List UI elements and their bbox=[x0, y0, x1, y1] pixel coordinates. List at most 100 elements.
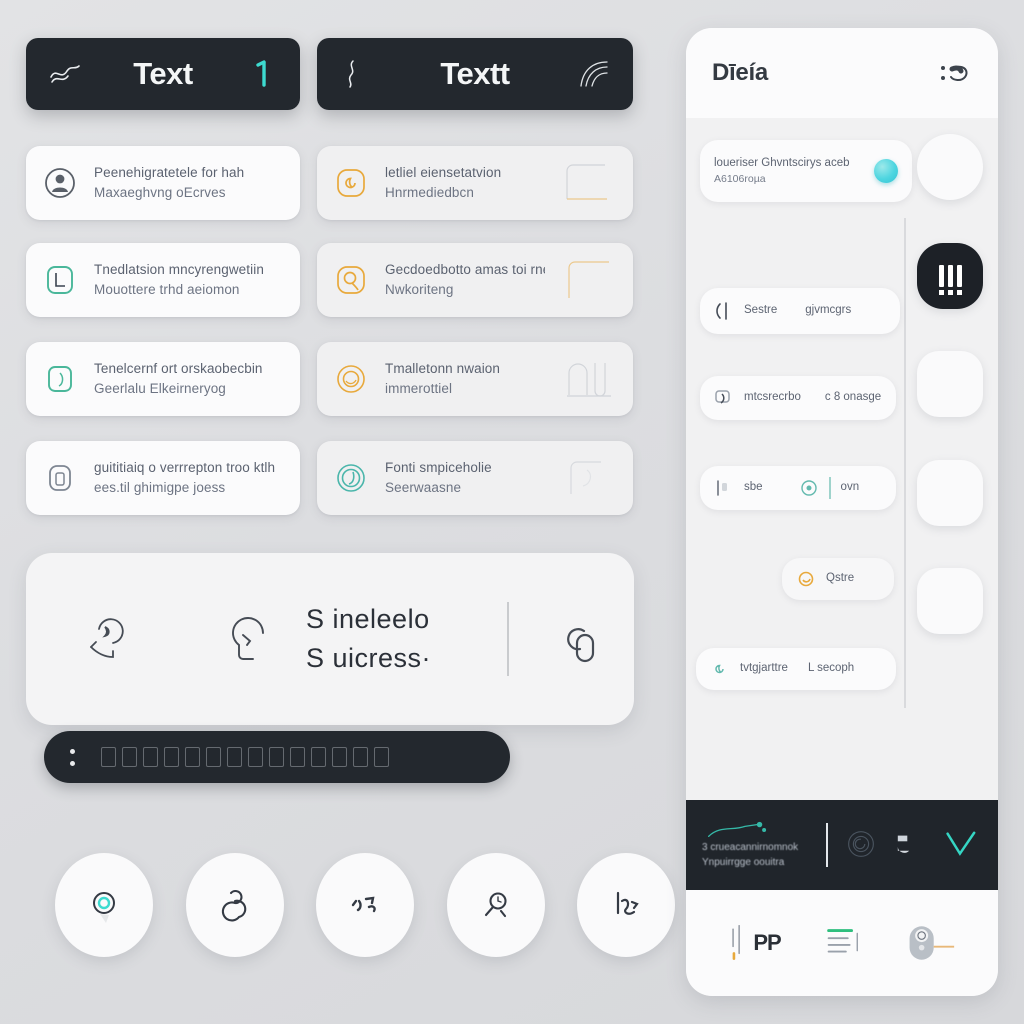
battery-card-icon bbox=[42, 460, 78, 496]
list-item-text: letliel eiensetatvion Hnrmediedbcn bbox=[385, 163, 545, 202]
device-pill-icon bbox=[909, 926, 955, 960]
phone-banner-line2: Ynpuirrgge oouitra bbox=[702, 857, 785, 868]
side-button-1[interactable] bbox=[917, 134, 983, 200]
hero-text-slot: S ineleelo S uicress· bbox=[306, 600, 486, 678]
notice-line2: A6106roµa bbox=[714, 172, 766, 185]
scribble-marks-icon bbox=[351, 896, 376, 913]
toggle-label: sbe bbox=[744, 481, 763, 494]
slider-bar-icon[interactable] bbox=[714, 478, 734, 498]
head-profile-icon bbox=[219, 607, 283, 671]
hero-mid-slot bbox=[196, 607, 306, 671]
teal-dot-toggle[interactable] bbox=[874, 159, 898, 183]
two-dots-icon bbox=[70, 748, 75, 766]
notice-row[interactable]: loueriser Ghvntscirys aceb A6106roµa bbox=[700, 140, 912, 202]
bars-exclaim-icon bbox=[938, 264, 962, 295]
phone-body: loueriser Ghvntscirys aceb A6106roµa Ses… bbox=[686, 118, 998, 800]
nav-lines[interactable] bbox=[805, 913, 879, 973]
list-item-line2: Maxaeghvng oEcrves bbox=[94, 185, 226, 200]
list-item[interactable]: Tnedlatsion mncyrengwetiin Mouottere trh… bbox=[26, 243, 300, 317]
list-item[interactable]: Tmalletonn nwaion immerottiel bbox=[317, 342, 633, 416]
target-ring-icon bbox=[93, 892, 115, 923]
side-button-4[interactable] bbox=[917, 459, 983, 526]
list-item[interactable]: Fonti smpiceholie Seerwaasne bbox=[317, 441, 633, 515]
nav-device[interactable] bbox=[893, 913, 967, 973]
dot-circle-teal-icon bbox=[799, 478, 819, 498]
list-item-line2: Mouottere trhd aeiomon bbox=[94, 282, 240, 297]
list-item-line1: Tmalletonn nwaion bbox=[385, 361, 501, 377]
toggle-row[interactable]: sbe ovn bbox=[700, 466, 896, 510]
flow-arrow-icon-button[interactable] bbox=[577, 853, 675, 957]
round-button-row bbox=[55, 850, 675, 960]
hero-status-bar[interactable] bbox=[44, 731, 510, 783]
notice-row-text: loueriser Ghvntscirys aceb A6106roµa bbox=[714, 155, 864, 188]
list-item-text: Gecdoedbotto amas toi rneagbien Nwkorite… bbox=[385, 260, 545, 299]
list-item-line1: Fonti smpiceholie bbox=[385, 460, 492, 476]
bars-label-icon bbox=[732, 924, 741, 960]
leaf-card-icon bbox=[42, 361, 78, 397]
hero-line1: S ineleelo bbox=[306, 603, 430, 634]
cursor-tick-icon bbox=[244, 57, 278, 91]
hero-panel[interactable]: S ineleelo S uicress· bbox=[26, 553, 634, 725]
message-row[interactable]: mtcsrecrbo c 8 onasge bbox=[700, 376, 896, 420]
notice-line1: loueriser Ghvntscirys aceb bbox=[714, 156, 850, 169]
list-item-line1: Gecdoedbotto amas toi rneagbien bbox=[385, 262, 545, 278]
flow-arrow-icon bbox=[616, 891, 639, 915]
scribble-marks-icon-button[interactable] bbox=[316, 853, 414, 957]
chat-square-icon bbox=[714, 388, 734, 408]
hero-divider bbox=[507, 602, 509, 676]
hero-divider-slot bbox=[486, 602, 530, 676]
knot-loop-icon bbox=[221, 890, 246, 922]
search-value: gjvmcgrs bbox=[805, 304, 852, 317]
side-button-3[interactable] bbox=[917, 351, 983, 417]
header-bar-primary[interactable]: Text bbox=[26, 38, 300, 110]
ring-amber-small-icon bbox=[796, 569, 816, 589]
hand-leaf-icon bbox=[79, 607, 143, 671]
list-item-text: Tnedlatsion mncyrengwetiin Mouottere trh… bbox=[94, 260, 284, 299]
phone-banner[interactable]: 3 crueacannirnomnok Ynpuirrgge oouitra bbox=[686, 800, 998, 890]
target-ring-icon-button[interactable] bbox=[55, 853, 153, 957]
list-item-text: guititiaiq o verrrepton troo ktlh ees.ti… bbox=[94, 458, 284, 497]
search-row[interactable]: Sestre gjvmcgrs bbox=[700, 288, 900, 334]
side-button-2[interactable] bbox=[917, 242, 983, 309]
phone-side-buttons bbox=[914, 134, 986, 634]
hero-left-slot bbox=[26, 607, 196, 671]
tag-label: Qstre bbox=[826, 572, 855, 585]
ring-amber-icon bbox=[333, 361, 369, 397]
list-item-line1: Tenelcernf ort orskaobecbin bbox=[94, 361, 263, 377]
bar-glyph-strip bbox=[101, 747, 484, 767]
header-title-primary: Text bbox=[133, 56, 193, 91]
list-item[interactable]: Tenelcernf ort orskaobecbin Geerlalu Elk… bbox=[26, 342, 300, 416]
nav-pp[interactable]: PP bbox=[717, 913, 791, 973]
list-item-line2: Seerwaasne bbox=[385, 480, 462, 495]
nav-pp-label: PP bbox=[753, 930, 781, 955]
magnifier-icon bbox=[484, 892, 507, 918]
message-count: c 8 onasge bbox=[824, 391, 882, 404]
list-item[interactable]: guititiaiq o verrrepton troo ktlh ees.ti… bbox=[26, 441, 300, 515]
side-button-5[interactable] bbox=[917, 568, 983, 634]
list-item[interactable]: Peenehigratetele for hah Maxaeghvng oEcr… bbox=[26, 146, 300, 220]
leaf-teal-circle-icon bbox=[333, 460, 369, 496]
sheet-corner-thumb bbox=[561, 161, 617, 205]
list-lines-icon bbox=[827, 929, 858, 953]
phone-vertical-divider bbox=[904, 218, 906, 708]
header-bar-secondary[interactable]: Textt bbox=[317, 38, 633, 110]
spiral-amber-icon bbox=[333, 165, 369, 201]
magnifier-icon-button[interactable] bbox=[446, 853, 545, 957]
hero-right-slot bbox=[530, 607, 634, 671]
list-item-line1: Tnedlatsion mncyrengwetiin bbox=[94, 262, 264, 278]
list-item[interactable]: Gecdoedbotto amas toi rneagbien Nwkorite… bbox=[317, 243, 633, 317]
clock-amber-icon bbox=[333, 262, 369, 298]
knot-loop-icon-button[interactable] bbox=[185, 853, 284, 957]
profile-row[interactable]: tvtgjarttre L secoph bbox=[696, 648, 896, 690]
phone-header: Dīeía bbox=[686, 28, 998, 118]
dots-arc-icon[interactable] bbox=[938, 58, 972, 88]
document-rounded-icon bbox=[42, 262, 78, 298]
toggle-state: ovn bbox=[840, 481, 860, 494]
phone-title: Dīeía bbox=[712, 59, 768, 86]
tag-row[interactable]: Qstre bbox=[782, 558, 894, 600]
list-item-line1: Peenehigratetele for hah bbox=[94, 165, 245, 181]
list-item[interactable]: letliel eiensetatvion Hnrmediedbcn bbox=[317, 146, 633, 220]
bracket-thumb bbox=[561, 258, 617, 302]
bracket-bar-icon bbox=[714, 301, 734, 321]
spiral-teal-small-icon bbox=[710, 659, 730, 679]
